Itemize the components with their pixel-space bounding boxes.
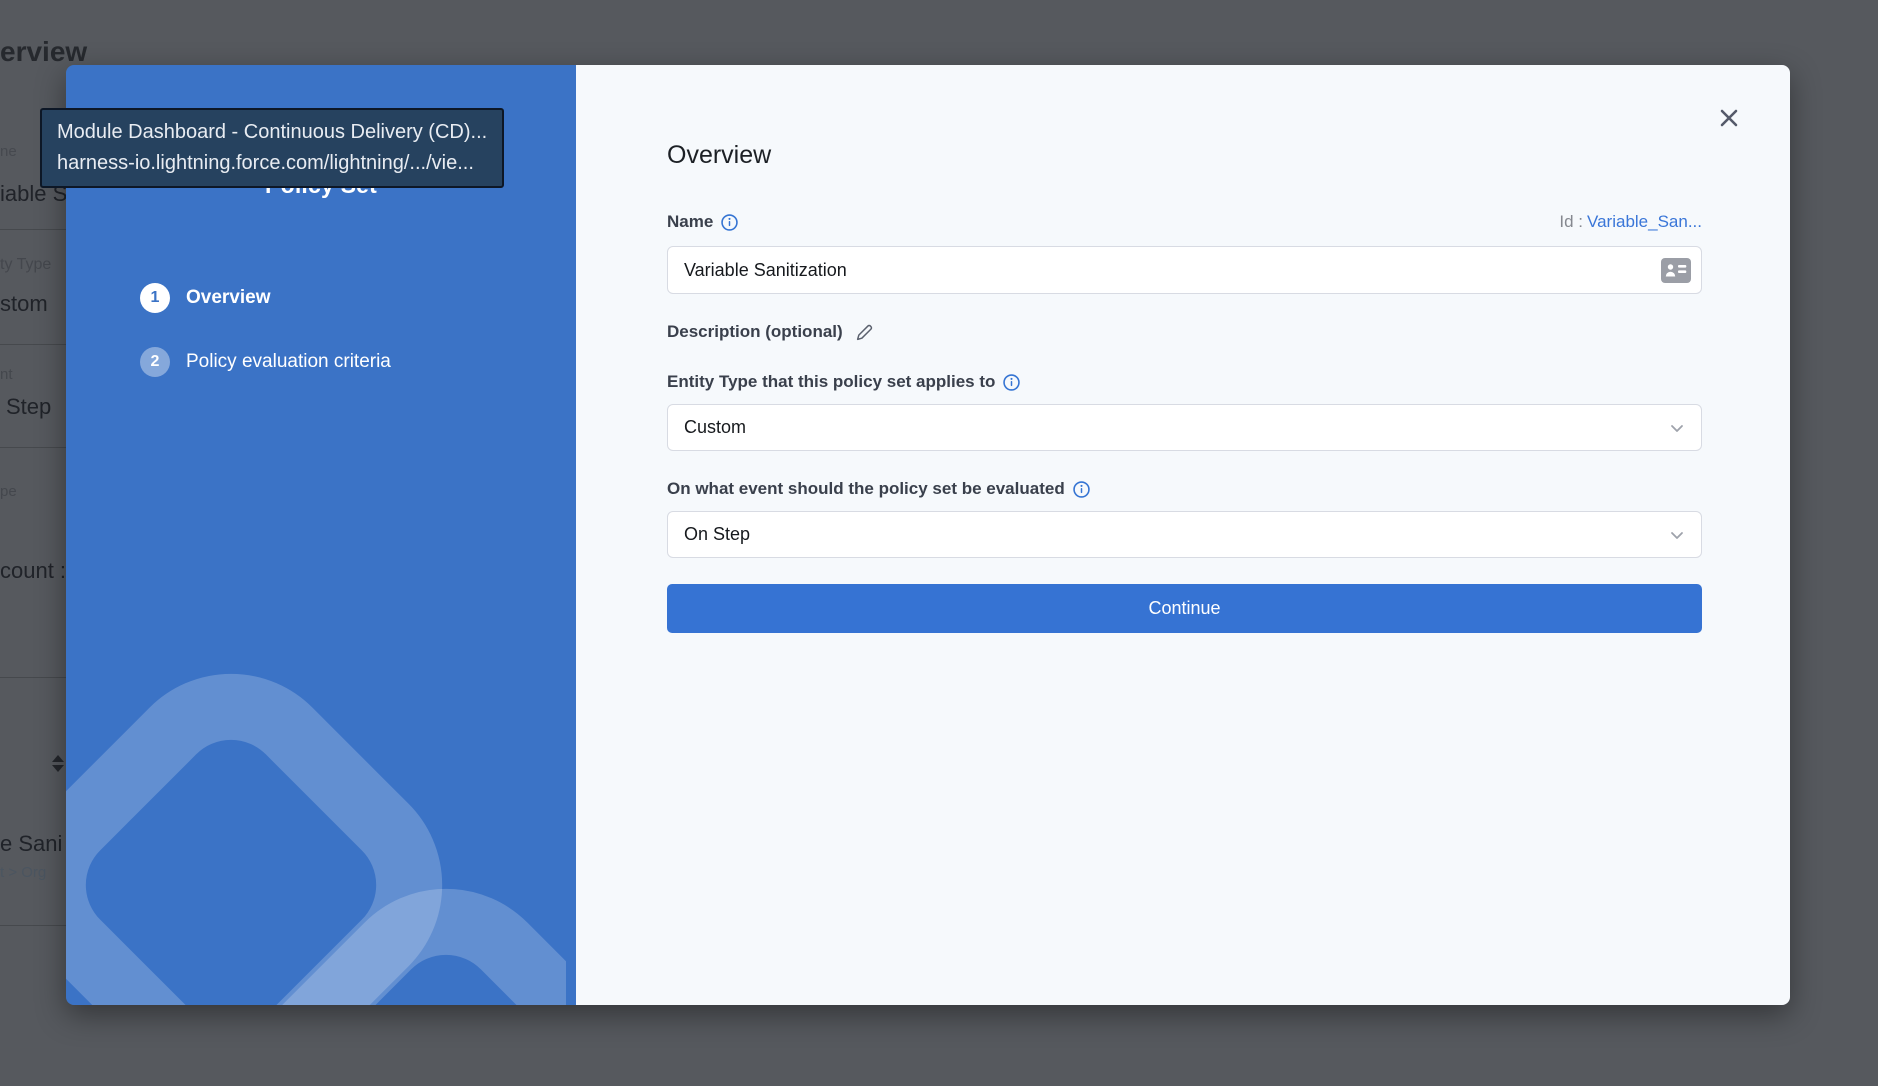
- bg-value-fragment: count :: [0, 558, 66, 584]
- bg-value-fragment: Step: [6, 394, 51, 420]
- name-row: Name Id :Variable_San...: [667, 212, 1702, 232]
- description-label: Description (optional): [667, 322, 843, 342]
- step-number-badge: 1: [140, 283, 170, 313]
- pencil-icon[interactable]: [855, 323, 874, 342]
- entity-type-value: Custom: [684, 417, 746, 438]
- name-input-wrap: [667, 246, 1702, 294]
- id-link[interactable]: Variable_San...: [1587, 212, 1702, 231]
- event-select[interactable]: On Step: [667, 511, 1702, 558]
- description-row: Description (optional): [667, 322, 1702, 342]
- id-card-icon[interactable]: [1661, 258, 1691, 283]
- entity-type-label: Entity Type that this policy set applies…: [667, 372, 1702, 392]
- bg-row-fragment: e Sani: [0, 831, 62, 857]
- info-icon[interactable]: [721, 214, 738, 231]
- event-label-text: On what event should the policy set be e…: [667, 479, 1065, 499]
- chevron-down-icon: [1669, 527, 1685, 543]
- entity-type-select[interactable]: Custom: [667, 404, 1702, 451]
- step-policy-evaluation-criteria[interactable]: 2 Policy evaluation criteria: [140, 347, 576, 377]
- bg-heading-fragment: erview: [0, 36, 87, 68]
- event-value: On Step: [684, 524, 750, 545]
- screen: erview ne iable S ty Type stom nt Step p…: [0, 0, 1878, 1086]
- step-number-badge: 2: [140, 347, 170, 377]
- tooltip-title: Module Dashboard - Continuous Delivery (…: [57, 117, 487, 148]
- info-icon[interactable]: [1073, 481, 1090, 498]
- wizard-sidebar: Policy Set 1 Overview 2 Policy evaluatio…: [66, 65, 576, 1005]
- bg-value-fragment: stom: [0, 291, 48, 317]
- step-label: Overview: [186, 287, 271, 309]
- wizard-steps: 1 Overview 2 Policy evaluation criteria: [66, 283, 576, 377]
- event-label: On what event should the policy set be e…: [667, 479, 1702, 499]
- name-label: Name: [667, 212, 738, 232]
- bg-label-fragment: nt: [0, 366, 13, 383]
- entity-id: Id :Variable_San...: [1559, 212, 1702, 232]
- id-prefix: Id :: [1559, 212, 1583, 231]
- policy-set-modal: Policy Set 1 Overview 2 Policy evaluatio…: [66, 65, 1790, 1005]
- close-button[interactable]: [1714, 103, 1744, 133]
- step-overview[interactable]: 1 Overview: [140, 283, 576, 313]
- entity-type-label-text: Entity Type that this policy set applies…: [667, 372, 995, 392]
- link-status-tooltip: Module Dashboard - Continuous Delivery (…: [40, 108, 504, 188]
- overview-panel: Overview Name Id :Variable_San...: [576, 65, 1790, 1005]
- bg-label-fragment: ne: [0, 143, 17, 160]
- step-label: Policy evaluation criteria: [186, 351, 391, 373]
- chevron-down-icon: [1669, 420, 1685, 436]
- bg-breadcrumb-fragment: t > Org: [0, 864, 46, 881]
- bg-label-fragment: ty Type: [0, 256, 51, 274]
- name-label-text: Name: [667, 212, 713, 232]
- continue-button[interactable]: Continue: [667, 584, 1702, 633]
- page-title: Overview: [667, 65, 1702, 170]
- tooltip-url: harness-io.lightning.force.com/lightning…: [57, 148, 487, 179]
- info-icon[interactable]: [1003, 374, 1020, 391]
- bg-label-fragment: pe: [0, 483, 17, 500]
- sort-icon: [52, 755, 64, 772]
- name-input[interactable]: [682, 259, 1661, 282]
- close-icon: [1718, 107, 1740, 129]
- harness-logo-watermark: [66, 555, 566, 1005]
